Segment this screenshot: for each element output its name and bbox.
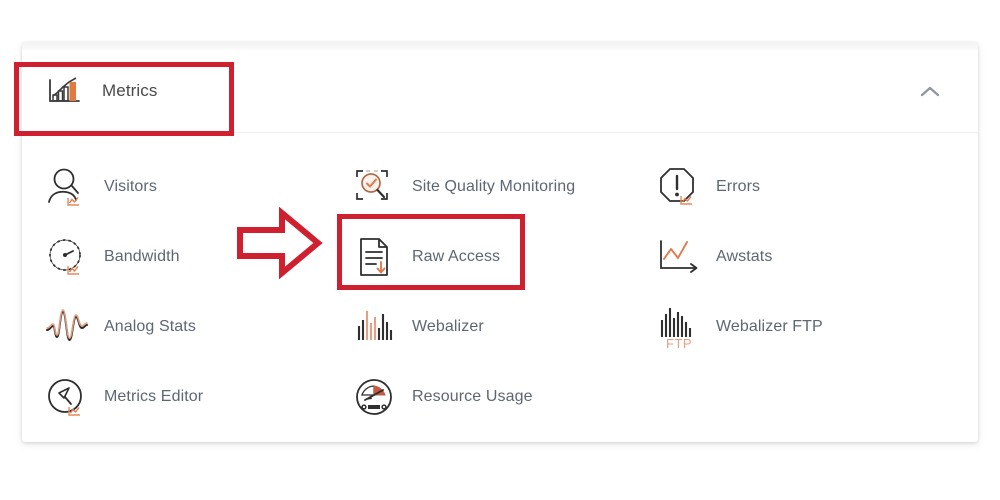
header-left-group: Metrics [44, 71, 157, 111]
tile-label: Webalizer FTP [716, 318, 823, 335]
tile-label: Resource Usage [412, 388, 533, 405]
tile-analog-stats[interactable]: Analog Stats [22, 292, 338, 362]
magnifier-check-frame-icon [352, 164, 398, 210]
tile-raw-access[interactable]: Raw Access [338, 222, 648, 292]
tile-label: Metrics Editor [104, 388, 204, 405]
page-title: Metrics [102, 81, 158, 100]
bar-chart-icon [44, 71, 84, 111]
svg-text:FTP: FTP [666, 336, 692, 350]
page-root: Metrics Visitors Bandwidth Analog Stats … [0, 0, 1000, 500]
line-chart-axis-icon [656, 234, 702, 280]
metrics-panel-header[interactable]: Metrics [22, 50, 978, 133]
tile-webalizer[interactable]: Webalizer [338, 292, 648, 362]
column-3: Errors Awstats FTP Webalizer FTP [648, 152, 978, 432]
tile-resource-usage[interactable]: Resource Usage [338, 362, 648, 432]
dial-meter-icon [352, 374, 398, 420]
gauge-chart-icon [44, 234, 90, 280]
column-2: Site Quality Monitoring Raw Access Webal… [338, 152, 648, 432]
tile-bandwidth[interactable]: Bandwidth [22, 222, 338, 292]
column-1: Visitors Bandwidth Analog Stats Metrics … [22, 152, 338, 432]
metrics-items-grid: Visitors Bandwidth Analog Stats Metrics … [22, 134, 978, 446]
tile-label: Errors [716, 178, 761, 195]
tile-empty-slot [648, 362, 978, 432]
bars-ftp-icon: FTP [656, 304, 702, 350]
metrics-panel-card: Metrics Visitors Bandwidth Analog Stats … [22, 42, 978, 442]
octagon-exclamation-chart-icon [656, 164, 702, 210]
tile-errors[interactable]: Errors [648, 152, 978, 222]
tile-label: Webalizer [412, 318, 484, 335]
waveform-icon [44, 304, 90, 350]
tile-webalizer-ftp[interactable]: FTP Webalizer FTP [648, 292, 978, 362]
tile-label: Visitors [104, 178, 157, 195]
document-download-icon [352, 234, 398, 280]
tile-label: Awstats [716, 248, 773, 265]
bars-icon [352, 304, 398, 350]
visitor-person-chart-icon [44, 164, 90, 210]
tile-visitors[interactable]: Visitors [22, 152, 338, 222]
tile-metrics-editor[interactable]: Metrics Editor [22, 362, 338, 432]
tile-label: Site Quality Monitoring [412, 178, 576, 195]
tile-label: Bandwidth [104, 248, 180, 265]
tile-label: Raw Access [412, 248, 501, 265]
chevron-up-icon[interactable] [916, 77, 944, 105]
tile-awstats[interactable]: Awstats [648, 222, 978, 292]
circle-pen-chart-icon [44, 374, 90, 420]
tile-label: Analog Stats [104, 318, 196, 335]
tile-site-quality-monitoring[interactable]: Site Quality Monitoring [338, 152, 648, 222]
card-top-strip [22, 42, 978, 50]
empty-icon [656, 374, 702, 420]
